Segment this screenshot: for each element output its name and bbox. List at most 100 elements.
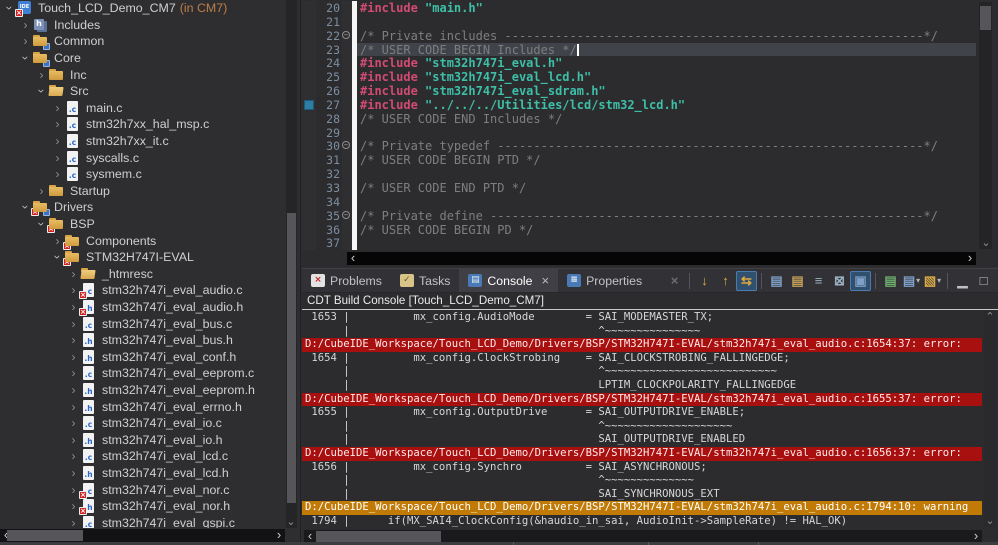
chevron-right-icon[interactable]: › [51,166,64,182]
tab-properties[interactable]: ≡ Properties [558,269,651,292]
editor-vertical-scrollbar[interactable] [979,2,992,249]
editor-line-34[interactable]: 34 [302,194,976,209]
close-icon[interactable]: × [542,273,550,288]
scroll-left-icon[interactable] [304,530,316,542]
tree-item-stm32h747i_eval_bus.c[interactable]: › .c stm32h747i_eval_bus.c [0,315,286,332]
tree-item-stm32h747i_eval_audio.c[interactable]: › .c × stm32h747i_eval_audio.c [0,282,286,300]
tree-item-Core[interactable]: › Core [0,50,286,68]
editor-lines[interactable]: 20 #include "main.h" 21 22−/* Private inclu… [302,1,976,251]
tab-problems[interactable]: × Problems [302,269,391,292]
code-editor[interactable]: 20 #include "main.h" 21 22−/* Private inclu… [302,0,998,267]
tree-item-Common[interactable]: › Common [0,33,286,51]
chevron-right-icon[interactable]: › [51,116,64,132]
tree-item-stm32h747i_eval_io.h[interactable]: › .h stm32h747i_eval_io.h [0,431,286,448]
tree-item-stm32h747i_eval_lcd.c[interactable]: › .c stm32h747i_eval_lcd.c [0,448,286,465]
maximize-button[interactable]: □ [973,271,994,291]
tree-item-Startup[interactable]: › Startup [0,183,286,200]
editor-line-22[interactable]: 22−/* Private includes -----------------… [302,28,976,43]
editor-line-37[interactable]: 37 [302,236,976,250]
editor-line-33[interactable]: 33/* USER CODE END PTD */ [302,180,976,195]
new-console-dropdown[interactable]: ▧ ▾ [922,271,943,291]
chevron-right-icon[interactable]: › [67,399,80,415]
tree-item-_htmresc[interactable]: › _htmresc [0,266,286,283]
next-console-button[interactable]: ↓ [694,271,715,291]
remove-launch-button[interactable]: × [664,271,685,291]
tree-item-main.c[interactable]: › .c main.c [0,100,286,117]
tree-item-syscalls.c[interactable]: › .c syscalls.c [0,149,286,166]
show-on-stderr-toggle[interactable]: ▤ [787,271,808,291]
chevron-right-icon[interactable]: › [35,183,48,199]
editor-line-26[interactable]: 26 #include "stm32h747i_eval_sdram.h" [302,84,976,98]
chevron-right-icon[interactable]: › [67,349,80,365]
editor-line-29[interactable]: 29 [302,125,976,140]
scroll-down-icon[interactable] [980,237,992,249]
tree-item-BSP[interactable]: › × BSP [0,216,286,234]
chevron-right-icon[interactable]: › [67,448,80,464]
tree-item-stm32h7xx_hal_msp.c[interactable]: › .c stm32h7xx_hal_msp.c [0,116,286,133]
editor-line-36[interactable]: 36/* USER CODE BEGIN PD */ [302,222,976,237]
editor-line-21[interactable]: 21 [302,14,976,29]
tab-tasks[interactable]: ✓ Tasks [391,269,459,292]
scroll-down-icon[interactable] [285,516,297,528]
show-on-stdout-toggle[interactable]: ▤ [766,271,787,291]
tree-item-stm32h747i_eval_eeprom.c[interactable]: › .c stm32h747i_eval_eeprom.c [0,365,286,382]
scrollbar-thumb[interactable] [7,530,83,541]
tree-item-sysmem.c[interactable]: › .c sysmem.c [0,166,286,183]
editor-horizontal-scrollbar[interactable] [347,252,976,265]
chevron-right-icon[interactable]: › [51,133,64,149]
pin-console-toggle[interactable]: ▣ [850,270,871,291]
chevron-right-icon[interactable]: › [67,266,80,282]
editor-line-24[interactable]: 24 #include "stm32h747i_eval.h" [302,56,976,70]
chevron-right-icon[interactable]: › [67,316,80,332]
tree-item-Includes[interactable]: ›Includes [0,17,286,34]
editor-line-28[interactable]: 28/* USER CODE END Includes */ [302,111,976,126]
scroll-down-icon[interactable] [984,515,996,527]
wrap-lines-toggle[interactable]: ≡ [808,271,829,291]
editor-line-31[interactable]: 31/* USER CODE BEGIN PTD */ [302,153,976,167]
tree-item-stm32h747i_eval_bus.h[interactable]: › .h stm32h747i_eval_bus.h [0,332,286,349]
chevron-right-icon[interactable]: › [67,432,80,448]
tree-item-stm32h747i_eval_qspi.c[interactable]: › .c stm32h747i_eval_qspi.c [0,514,286,528]
chevron-right-icon[interactable]: › [51,100,64,116]
explorer-vertical-scrollbar[interactable] [286,0,297,528]
chevron-right-icon[interactable]: › [67,515,80,528]
chevron-right-icon[interactable]: › [67,465,80,481]
tree-item-Src[interactable]: › Src [0,83,286,100]
tree-item-stm32h7xx_it.c[interactable]: › .c stm32h7xx_it.c [0,133,286,150]
tree-item-stm32h747i_eval_conf.h[interactable]: › .h stm32h747i_eval_conf.h [0,348,286,365]
editor-line-25[interactable]: 25 #include "stm32h747i_eval_lcd.h" [302,70,976,84]
editor-line-35[interactable]: 35−/* Private define -------------------… [302,208,976,223]
tree-item-Touch_LCD_Demo_CM7[interactable]: ›×Touch_LCD_Demo_CM7(in CM7) [0,0,286,18]
editor-line-30[interactable]: 30−/* Private typedef ------------------… [302,139,976,153]
chevron-right-icon[interactable]: › [67,365,80,381]
minimize-button[interactable]: ▁ [952,271,973,291]
previous-console-button[interactable]: ↑ [715,271,736,291]
tree-item-STM32H747I-EVAL[interactable]: › × STM32H747I-EVAL [0,249,286,267]
fold-collapse-icon[interactable]: − [342,210,350,219]
editor-line-23[interactable]: 23/* USER CODE BEGIN Includes */ [302,42,976,57]
chevron-right-icon[interactable]: › [67,332,80,348]
clear-console-button[interactable]: ⊠ [829,271,850,291]
display-selected-console-button[interactable]: ▤ [880,271,901,291]
editor-line-27[interactable]: 27 #include "../../../Utilities/lcd/stm32… [302,97,976,112]
chevron-right-icon[interactable]: › [35,67,48,83]
tree-item-stm32h747i_eval_eeprom.h[interactable]: › .h stm32h747i_eval_eeprom.h [0,382,286,399]
scroll-up-icon[interactable] [984,311,996,323]
scroll-right-icon[interactable] [970,530,982,542]
scrollbar-thumb[interactable] [316,531,441,542]
editor-line-32[interactable]: 32 [302,167,976,181]
chevron-right-icon[interactable]: › [51,150,64,166]
chevron-right-icon[interactable]: › [19,17,32,33]
editor-line-20[interactable]: 20 #include "main.h" [302,1,976,15]
chevron-right-icon[interactable]: › [67,382,80,398]
scrollbar-thumb[interactable] [287,213,296,503]
fold-collapse-icon[interactable]: − [342,141,350,150]
tree-item-stm32h747i_eval_nor.h[interactable]: › .h × stm32h747i_eval_nor.h [0,498,286,516]
word-wrap-toggle[interactable]: ⇆ [736,270,757,291]
chevron-right-icon[interactable]: › [19,33,32,49]
console-output[interactable]: 1653 | mx_config.AudioMode = SAI_MODEMAS… [302,311,982,528]
tree-item-Drivers[interactable]: › × Drivers [0,199,286,217]
scroll-left-icon[interactable] [347,252,359,264]
tree-item-stm32h747i_eval_audio.h[interactable]: › .h × stm32h747i_eval_audio.h [0,299,286,316]
scroll-right-icon[interactable] [273,529,285,541]
